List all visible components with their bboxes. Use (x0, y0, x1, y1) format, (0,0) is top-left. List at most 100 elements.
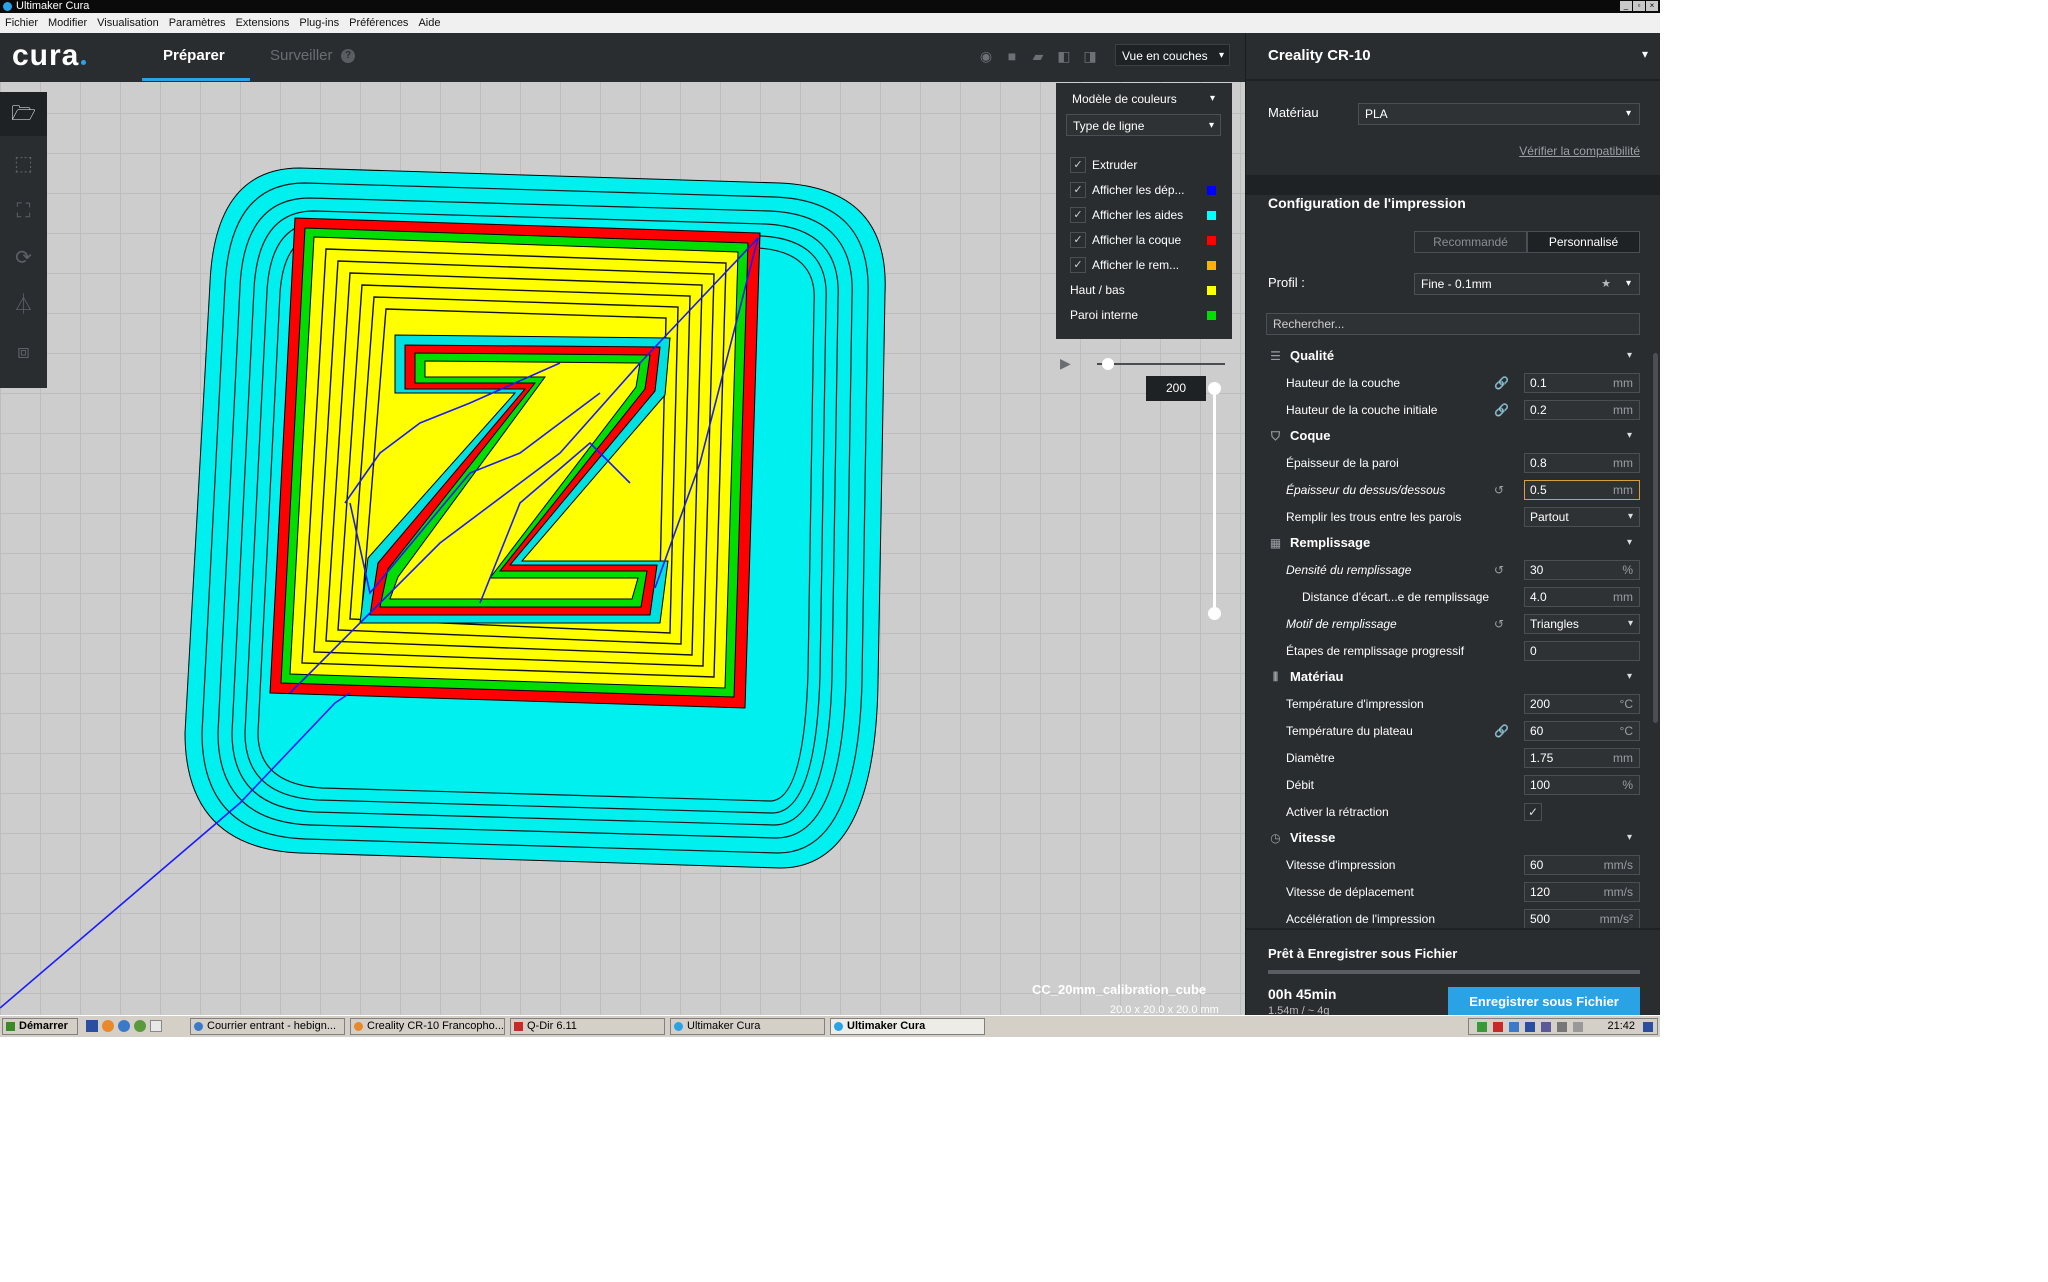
layer-path-slider-handle[interactable] (1102, 358, 1114, 370)
layer-path-slider-track[interactable] (1097, 363, 1225, 365)
print-speed-input[interactable]: 60 mm/s (1524, 855, 1640, 875)
top-view-icon[interactable]: ▰ (1030, 48, 1046, 64)
reset-icon[interactable]: ↺ (1494, 613, 1504, 635)
update-icon[interactable] (1525, 1022, 1535, 1032)
infill-density-input[interactable]: 30% (1524, 560, 1640, 580)
help-icon[interactable]: ? (341, 49, 355, 63)
layer-slider-bottom-handle[interactable] (1208, 607, 1221, 620)
view-mode-select[interactable]: Vue en couches ▾ (1115, 44, 1230, 66)
task-cura-2[interactable]: Ultimaker Cura (830, 1018, 985, 1035)
travel-speed-input[interactable]: 120 mm/s (1524, 882, 1640, 902)
mode-recommended-button[interactable]: Recommandé (1414, 231, 1527, 253)
checkbox-travels[interactable]: ✓ (1070, 182, 1086, 198)
task-cura-1[interactable]: Ultimaker Cura (670, 1018, 825, 1035)
checkbox-helpers[interactable]: ✓ (1070, 207, 1086, 223)
flow-input[interactable]: 100% (1524, 775, 1640, 795)
menu-view[interactable]: Visualisation (92, 13, 164, 33)
network-icon[interactable] (1477, 1022, 1487, 1032)
browser-icon[interactable] (118, 1020, 130, 1032)
wall-thickness-input[interactable]: 0.8 mm (1524, 453, 1640, 473)
layer-slider-top-handle[interactable] (1208, 382, 1221, 395)
legend-extruder[interactable]: ✓ Extruder (1070, 155, 1222, 175)
checkbox-infill[interactable]: ✓ (1070, 257, 1086, 273)
print-accel-input[interactable]: 500 mm/s² (1524, 909, 1640, 929)
category-material[interactable]: ⦀ Matériau ▾ (1268, 666, 1640, 688)
per-model-settings-button[interactable]: ⧈ (0, 330, 47, 374)
chevron-down-icon[interactable]: ▾ (1642, 47, 1648, 61)
minimize-icon[interactable]: _ (1620, 1, 1632, 11)
settings-search-input[interactable]: Rechercher... (1266, 313, 1640, 335)
initial-layer-height-input[interactable]: 0.2 mm (1524, 400, 1640, 420)
tab-prepare[interactable]: Préparer (163, 47, 225, 64)
legend-helpers[interactable]: ✓ Afficher les aides (1070, 205, 1222, 225)
menu-edit[interactable]: Modifier (43, 13, 92, 33)
checkbox-shell[interactable]: ✓ (1070, 232, 1086, 248)
print-temp-input[interactable]: 200 °C (1524, 694, 1640, 714)
right-view-icon[interactable]: ◨ (1082, 48, 1098, 64)
fill-gaps-select[interactable]: Partout ▾ (1524, 507, 1640, 527)
front-view-icon[interactable]: ■ (1004, 48, 1020, 64)
play-icon[interactable]: ▶ (1060, 355, 1071, 372)
infill-line-distance-input[interactable]: 4.0 mm (1524, 587, 1640, 607)
menu-extensions[interactable]: Extensions (231, 13, 295, 33)
left-view-icon[interactable]: ◧ (1056, 48, 1072, 64)
close-icon[interactable]: × (1646, 1, 1658, 11)
gradual-infill-input[interactable]: 0 (1524, 641, 1640, 661)
chrome-icon[interactable] (134, 1020, 146, 1032)
antivirus-icon[interactable] (1493, 1022, 1503, 1032)
layer-slider-track[interactable] (1213, 389, 1216, 614)
volume-icon[interactable] (1557, 1022, 1567, 1032)
open-file-button[interactable]: 🗁 (0, 92, 47, 136)
category-speed[interactable]: ◷ Vitesse ▾ (1268, 827, 1640, 849)
show-desktop-icon[interactable] (1643, 1022, 1653, 1032)
printer-name[interactable]: Creality CR-10 (1268, 47, 1371, 64)
3d-view-icon[interactable]: ◉ (978, 48, 994, 64)
notepad-icon[interactable] (150, 1020, 162, 1032)
legend-infill[interactable]: ✓ Afficher le rem... (1070, 255, 1222, 275)
diameter-input[interactable]: 1.75 mm (1524, 748, 1640, 768)
task-mail[interactable]: Courrier entrant - hebign... (190, 1018, 345, 1035)
retraction-checkbox[interactable]: ✓ (1524, 803, 1542, 821)
desktop-icon[interactable] (86, 1020, 98, 1032)
task-browser[interactable]: Creality CR-10 Francopho... (350, 1018, 505, 1035)
color-scheme-label[interactable]: Modèle de couleurs ▾ (1066, 88, 1221, 110)
category-shell[interactable]: ⛉ Coque ▾ (1268, 425, 1640, 447)
monitor-icon[interactable] (1541, 1022, 1551, 1032)
legend-travels[interactable]: ✓ Afficher les dép... (1070, 180, 1222, 200)
save-to-file-button[interactable]: Enregistrer sous Fichier (1448, 987, 1640, 1017)
category-quality[interactable]: ☰ Qualité ▾ (1268, 345, 1640, 367)
layer-height-input[interactable]: 0.1 mm (1524, 373, 1640, 393)
firefox-icon[interactable] (102, 1020, 114, 1032)
rotate-tool-button[interactable]: ⟳ (0, 236, 47, 280)
check-compatibility-link[interactable]: Vérifier la compatibilité (1519, 144, 1640, 158)
category-infill[interactable]: ▦ Remplissage ▾ (1268, 532, 1640, 554)
link-icon[interactable]: 🔗 (1494, 372, 1509, 394)
material-select[interactable]: PLA ▾ (1358, 103, 1640, 125)
task-qdir[interactable]: Q-Dir 6.11 (510, 1018, 665, 1035)
bed-temp-input[interactable]: 60 °C (1524, 721, 1640, 741)
scale-tool-button[interactable]: ⛶ (0, 189, 47, 233)
bluetooth-icon[interactable] (1509, 1022, 1519, 1032)
link-icon[interactable]: 🔗 (1494, 720, 1509, 742)
menu-settings[interactable]: Paramètres (164, 13, 231, 33)
top-bottom-thickness-input[interactable]: 0.5 mm (1524, 480, 1640, 500)
link-icon[interactable]: 🔗 (1494, 399, 1509, 421)
menu-plugins[interactable]: Plug-ins (294, 13, 344, 33)
reset-icon[interactable]: ↺ (1494, 559, 1504, 581)
menu-preferences[interactable]: Préférences (344, 13, 413, 33)
tab-monitor[interactable]: Surveiller (270, 47, 333, 64)
restore-icon[interactable]: ▫ (1633, 1, 1645, 11)
infill-pattern-select[interactable]: Triangles ▾ (1524, 614, 1640, 634)
move-tool-button[interactable]: ⬚ (0, 142, 47, 186)
reset-icon[interactable]: ↺ (1494, 479, 1504, 501)
mode-custom-button[interactable]: Personnalisé (1527, 231, 1640, 253)
color-scheme-select[interactable]: Type de ligne ▾ (1066, 114, 1221, 136)
start-button[interactable]: Démarrer (2, 1018, 78, 1035)
menu-help[interactable]: Aide (413, 13, 445, 33)
menu-file[interactable]: Fichier (0, 13, 43, 33)
layer-number-input[interactable]: 200 (1146, 376, 1206, 401)
checkbox-extruder[interactable]: ✓ (1070, 157, 1086, 173)
profile-select[interactable]: Fine - 0.1mm ★ ▾ (1414, 273, 1640, 295)
mirror-tool-button[interactable]: ⏃ (0, 283, 47, 327)
legend-shell[interactable]: ✓ Afficher la coque (1070, 230, 1222, 250)
